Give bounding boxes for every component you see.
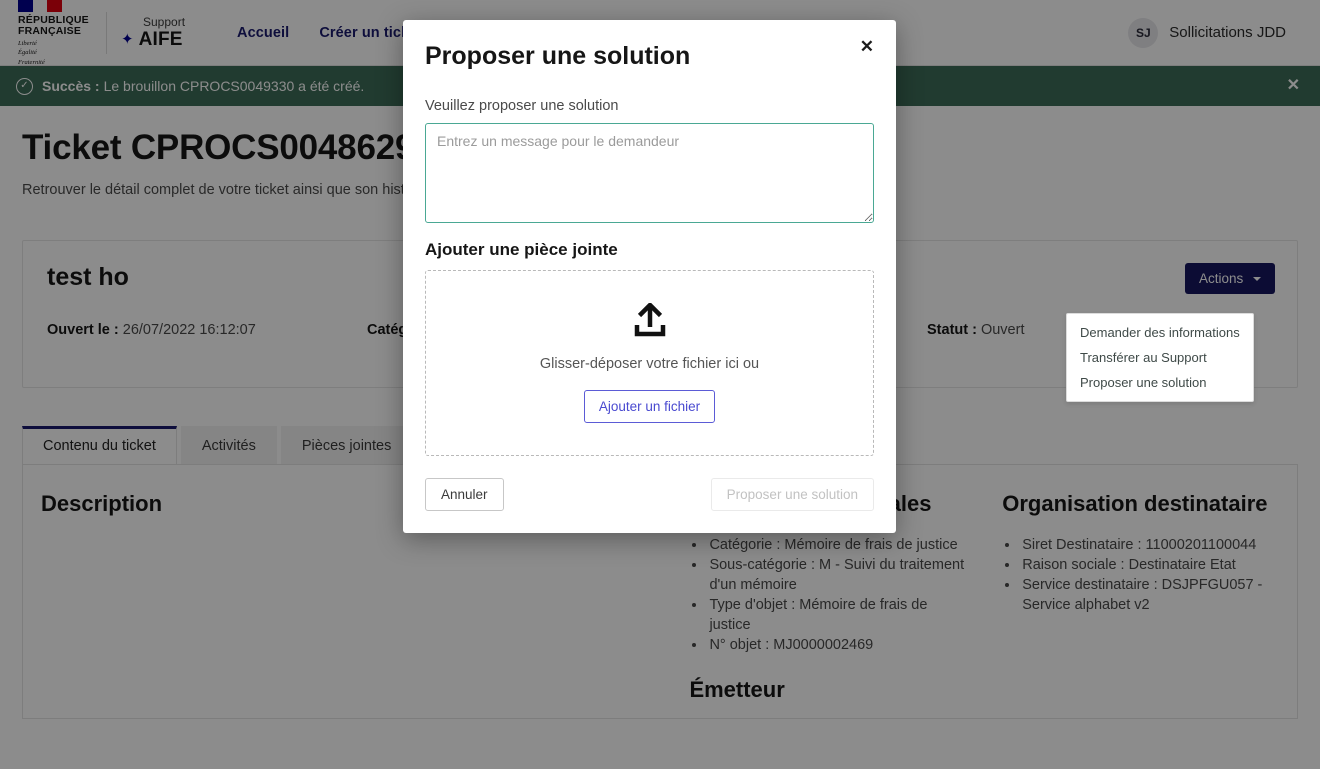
- modal-body: Veuillez proposer une solution Ajouter u…: [403, 98, 896, 456]
- solution-message-input[interactable]: [425, 123, 874, 223]
- close-icon[interactable]: ✕: [856, 34, 878, 59]
- add-file-button[interactable]: Ajouter un fichier: [584, 390, 715, 423]
- menu-item-transferer-au-support[interactable]: Transférer au Support: [1067, 345, 1253, 370]
- menu-item-proposer-une-solution[interactable]: Proposer une solution: [1067, 370, 1253, 395]
- upload-icon: [630, 303, 670, 346]
- modal-header: Proposer une solution ✕: [403, 20, 896, 71]
- dropzone-instruction: Glisser-déposer votre fichier ici ou: [540, 356, 759, 372]
- file-dropzone[interactable]: Glisser-déposer votre fichier ici ou Ajo…: [425, 270, 874, 456]
- modal-title: Proposer une solution: [425, 42, 874, 71]
- cancel-button[interactable]: Annuler: [425, 478, 504, 511]
- menu-item-demander-des-informations[interactable]: Demander des informations: [1067, 320, 1253, 345]
- attachment-heading: Ajouter une pièce jointe: [425, 240, 874, 260]
- modal-footer: Annuler Proposer une solution: [403, 456, 896, 533]
- solution-field-label: Veuillez proposer une solution: [425, 98, 874, 114]
- submit-solution-button[interactable]: Proposer une solution: [711, 478, 874, 511]
- proposer-solution-modal: Proposer une solution ✕ Veuillez propose…: [403, 20, 896, 533]
- actions-dropdown-menu: Demander des informations Transférer au …: [1066, 313, 1254, 402]
